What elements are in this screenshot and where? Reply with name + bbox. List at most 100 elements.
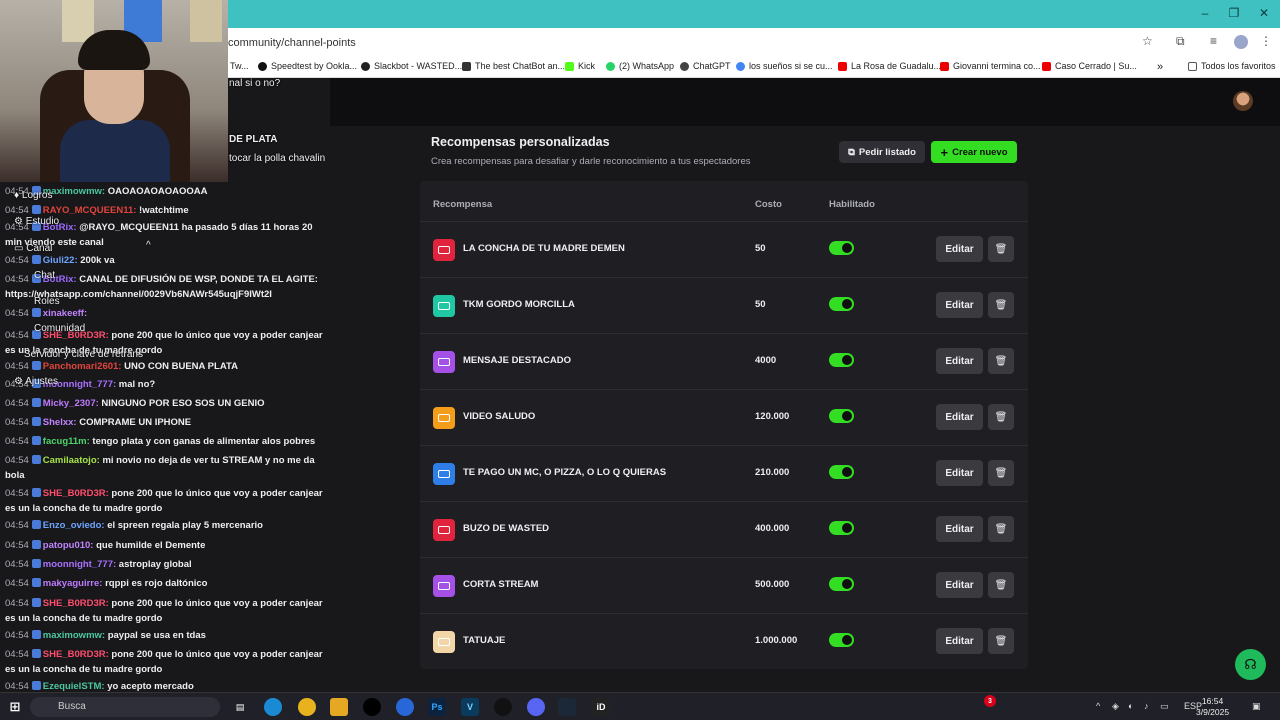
battery-icon[interactable]: ▭ [1160, 701, 1169, 712]
enabled-toggle[interactable] [829, 241, 854, 255]
start-button[interactable]: ⊞ [6, 698, 24, 716]
bookmark-star-icon[interactable]: ☆ [1142, 34, 1153, 48]
bookmark-item[interactable]: Slackbot - WASTED... [361, 61, 462, 71]
enabled-toggle[interactable] [829, 521, 854, 535]
edit-button[interactable]: Editar [936, 348, 983, 374]
maximize-button[interactable]: ❐ [1224, 6, 1244, 20]
taskbar-search[interactable]: Busca [30, 697, 220, 717]
discord-icon[interactable] [527, 698, 545, 716]
delete-button[interactable]: 🗑 [988, 460, 1014, 486]
enabled-toggle[interactable] [829, 633, 854, 647]
vegas-icon[interactable]: V [461, 698, 479, 716]
chat-username[interactable]: Giuli22: [43, 255, 78, 266]
menu-item-estudio[interactable]: ⚙ Estudio [14, 216, 59, 227]
chat-username[interactable]: SHE_B0RD3R: [43, 598, 109, 609]
more-bookmarks-button[interactable]: » [1157, 61, 1163, 73]
edit-button[interactable]: Editar [936, 516, 983, 542]
profile-avatar[interactable] [1234, 35, 1248, 49]
delete-button[interactable]: 🗑 [988, 236, 1014, 262]
chat-text: paypal se usa en tdas [107, 630, 206, 641]
steam-icon[interactable] [558, 698, 576, 716]
menu-item-chat[interactable]: Chat [34, 270, 55, 281]
chat-username[interactable]: SHE_B0RD3R: [43, 488, 109, 499]
edit-button[interactable]: Editar [936, 628, 983, 654]
edge-icon[interactable] [264, 698, 282, 716]
bookmark-item[interactable]: Kick [565, 61, 595, 71]
menu-item-ajustes[interactable]: ⚙ Ajustes [14, 376, 58, 387]
bookmark-item[interactable]: Giovanni termina co... [940, 61, 1041, 71]
taskbar-clock[interactable]: 16:54 3/9/2025 [1196, 696, 1229, 718]
app-icon[interactable] [396, 698, 414, 716]
edit-button[interactable]: Editar [936, 404, 983, 430]
request-list-button[interactable]: ⧉ Pedir listado [839, 141, 925, 163]
edit-button[interactable]: Editar [936, 460, 983, 486]
edit-button[interactable]: Editar [936, 292, 983, 318]
all-bookmarks-folder[interactable]: Todos los favoritos [1188, 61, 1276, 71]
chat-username[interactable]: facug11m: [43, 436, 90, 447]
chat-username[interactable]: xinakeeff: [43, 308, 87, 319]
menu-item-comunidad[interactable]: Comunidad [34, 323, 85, 334]
chat-username[interactable]: RAYO_MCQUEEN11: [43, 205, 137, 216]
capcut-icon[interactable] [494, 698, 512, 716]
chrome-icon[interactable] [298, 698, 316, 716]
chat-username[interactable]: maximowmw: [43, 630, 105, 641]
task-view-icon[interactable]: ▤ [231, 698, 249, 716]
bookmark-item[interactable]: ChatGPT [680, 61, 731, 71]
user-avatar[interactable] [1233, 91, 1253, 111]
edit-button[interactable]: Editar [936, 572, 983, 598]
enabled-toggle[interactable] [829, 297, 854, 311]
bookmark-item[interactable]: los sueños si se cu... [736, 61, 833, 71]
enabled-toggle[interactable] [829, 577, 854, 591]
extensions-icon[interactable]: ⧉ [1176, 34, 1185, 49]
chat-text: mal no? [118, 379, 156, 390]
delete-button[interactable]: 🗑 [988, 516, 1014, 542]
close-window-button[interactable]: ✕ [1254, 6, 1274, 20]
enabled-toggle[interactable] [829, 353, 854, 367]
bookmark-item[interactable]: La Rosa de Guadalu... [838, 61, 941, 71]
create-new-button[interactable]: + Crear nuevo [931, 141, 1017, 163]
obs-icon[interactable] [363, 698, 381, 716]
tray-chevron-icon[interactable]: ^ [1096, 701, 1100, 711]
bookmark-item[interactable]: Tw... [230, 61, 249, 71]
chat-username[interactable]: EzequielSTM: [43, 681, 105, 692]
url-text[interactable]: community/channel-points [228, 37, 356, 49]
chat-username[interactable]: moonnight_777: [43, 559, 116, 570]
delete-button[interactable]: 🗑 [988, 404, 1014, 430]
chat-username[interactable]: Shelxx: [43, 417, 77, 428]
menu-item-canal[interactable]: ▭ Canal [14, 243, 52, 254]
chat-username[interactable]: Enzo_oviedo: [43, 520, 105, 531]
file-explorer-icon[interactable] [330, 698, 348, 716]
network-icon[interactable]: ◈ [1112, 701, 1119, 712]
delete-button[interactable]: 🗑 [988, 348, 1014, 374]
photoshop-icon[interactable]: Ps [428, 698, 446, 716]
enabled-toggle[interactable] [829, 409, 854, 423]
help-chat-button[interactable]: ☊ [1235, 649, 1266, 680]
chat-username[interactable]: Camilaatojo: [43, 455, 100, 466]
chat-username[interactable]: patopu010: [43, 540, 94, 551]
sound-icon[interactable]: ♪ [1144, 701, 1149, 711]
menu-item-logros[interactable]: ♦ Logros [14, 190, 52, 201]
enabled-toggle[interactable] [829, 465, 854, 479]
delete-button[interactable]: 🗑 [988, 292, 1014, 318]
collapse-chevron-icon[interactable]: ^ [146, 240, 151, 251]
delete-button[interactable]: 🗑 [988, 628, 1014, 654]
browser-menu-icon[interactable]: ⋮ [1260, 34, 1272, 48]
bookmark-item[interactable]: The best ChatBot an... [462, 61, 565, 71]
menu-item-roles[interactable]: Roles [34, 296, 60, 307]
menu-item-servidor[interactable]: Servidor y clave de retrans [24, 349, 143, 360]
chat-username[interactable]: Micky_2307: [43, 398, 99, 409]
chat-message: 04:54 Panchomari2601: UNO CON BUENA PLATA [5, 359, 325, 374]
chat-username[interactable]: Panchomari2601: [43, 361, 122, 372]
reading-list-icon[interactable]: ≡ [1210, 34, 1217, 48]
id-app-icon[interactable]: iD [592, 698, 610, 716]
notifications-icon[interactable]: ▣ [1252, 701, 1261, 712]
minimize-button[interactable]: – [1195, 6, 1215, 20]
edit-button[interactable]: Editar [936, 236, 983, 262]
bookmark-item[interactable]: (2) WhatsApp [606, 61, 674, 71]
chat-username[interactable]: makyaguirre: [43, 578, 103, 589]
bookmark-item[interactable]: Caso Cerrado | Su... [1042, 61, 1137, 71]
volume-icon[interactable]: ◐ [1128, 701, 1133, 711]
delete-button[interactable]: 🗑 [988, 572, 1014, 598]
chat-username[interactable]: SHE_B0RD3R: [43, 649, 109, 660]
bookmark-item[interactable]: Speedtest by Ookla... [258, 61, 357, 71]
